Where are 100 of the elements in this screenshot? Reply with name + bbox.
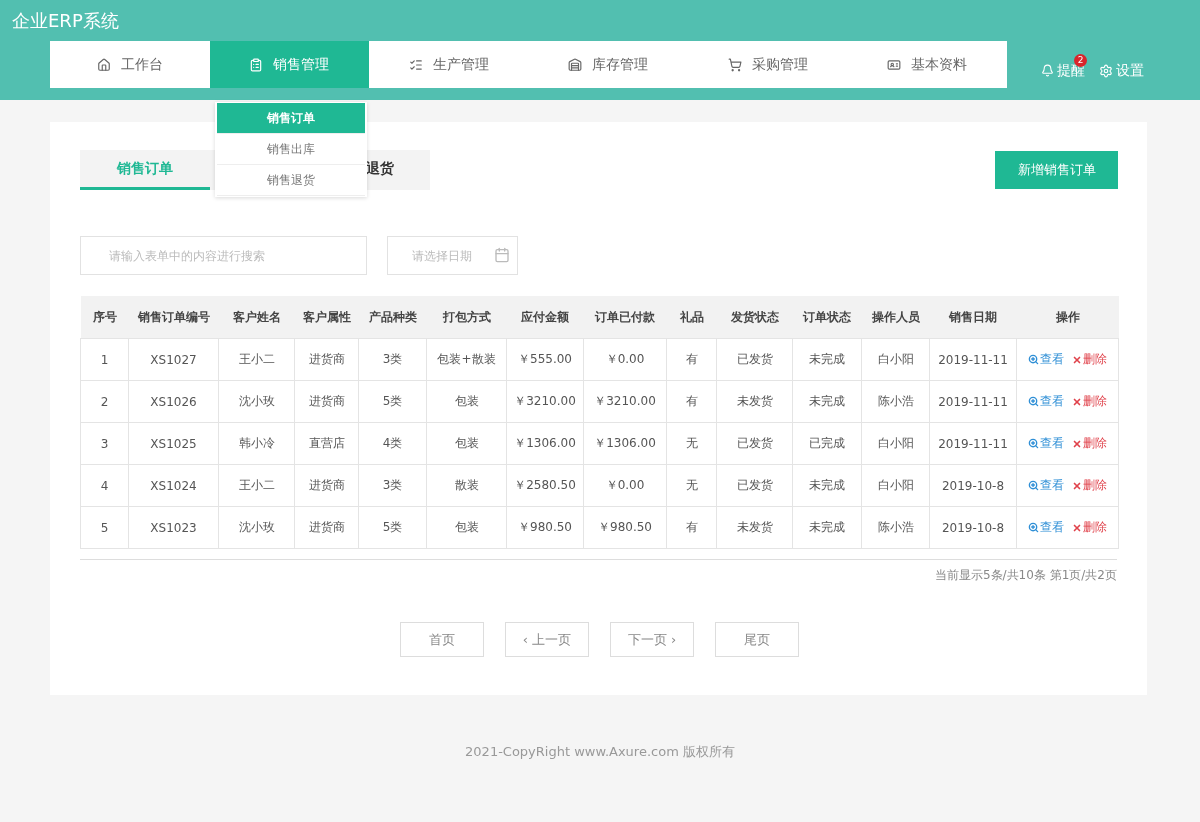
cross-icon — [1072, 396, 1082, 407]
table-cell: 散装 — [426, 464, 507, 507]
calendar-icon — [494, 247, 510, 263]
column-header: 序号 — [80, 296, 129, 339]
table-cell: ￥0.00 — [583, 338, 667, 381]
table-cell: 无 — [666, 422, 717, 465]
table-cell: 2019-11-11 — [929, 380, 1017, 423]
table-cell: 有 — [666, 380, 717, 423]
column-header: 操作 — [1016, 296, 1119, 339]
column-header: 应付金额 — [506, 296, 584, 339]
magnifier-icon — [1028, 354, 1039, 365]
bell-icon — [1041, 64, 1054, 77]
column-header: 发货状态 — [716, 296, 793, 339]
view-link[interactable]: 查看 — [1028, 477, 1064, 494]
delete-link[interactable]: 删除 — [1072, 393, 1107, 410]
table-cell: 3 — [80, 422, 129, 465]
column-header: 操作人员 — [861, 296, 930, 339]
table-cell: 沈小玫 — [218, 380, 295, 423]
table-cell: ￥0.00 — [583, 464, 667, 507]
magnifier-icon — [1028, 522, 1039, 533]
pager-button[interactable]: ‹ 上一页 — [505, 622, 589, 657]
delete-link[interactable]: 删除 — [1072, 351, 1107, 368]
table-cell: 4类 — [358, 422, 427, 465]
table-cell: 包装 — [426, 380, 507, 423]
search-field[interactable]: 请输入表单中的内容进行搜索 — [80, 236, 367, 275]
table-cell: 未完成 — [792, 380, 862, 423]
view-link[interactable]: 查看 — [1028, 351, 1064, 368]
tab[interactable]: 销售订单 — [80, 150, 210, 190]
table-cell: XS1024 — [128, 464, 219, 507]
table-cell: ￥1306.00 — [506, 422, 584, 465]
table-cell: 3类 — [358, 338, 427, 381]
table-cell: 1 — [80, 338, 129, 381]
table-cell: 3类 — [358, 464, 427, 507]
delete-link[interactable]: 删除 — [1072, 435, 1107, 452]
table-cell: 陈小浩 — [861, 380, 930, 423]
magnifier-icon — [1028, 480, 1039, 491]
table-cell: 白小阳 — [861, 464, 930, 507]
column-header: 销售日期 — [929, 296, 1017, 339]
pagination-info: 当前显示5条/共10条 第1页/共2页 — [934, 568, 1117, 582]
table-cell: XS1023 — [128, 506, 219, 549]
table-cell: ￥3210.00 — [583, 380, 667, 423]
table-cell: 包装+散装 — [426, 338, 507, 381]
app-title: 企业ERP系统 — [11, 9, 120, 33]
magnifier-icon — [1028, 396, 1039, 407]
column-header: 客户姓名 — [218, 296, 295, 339]
new-order-button[interactable]: 新增销售订单 — [995, 151, 1118, 189]
table-cell: 5 — [80, 506, 129, 549]
table-cell: 2 — [80, 380, 129, 423]
pager-button[interactable]: 首页 — [400, 622, 484, 657]
view-link[interactable]: 查看 — [1028, 393, 1064, 410]
cart-icon — [727, 57, 742, 72]
column-header: 产品种类 — [358, 296, 427, 339]
column-header: 礼品 — [666, 296, 717, 339]
table-cell: 已发货 — [716, 422, 793, 465]
table-cell: ￥980.50 — [506, 506, 584, 549]
view-link[interactable]: 查看 — [1028, 435, 1064, 452]
table-cell: ￥1306.00 — [583, 422, 667, 465]
tab[interactable]: 退货 — [366, 150, 430, 190]
cross-icon — [1072, 438, 1082, 449]
table-cell: 未发货 — [716, 380, 793, 423]
table-cell: 未发货 — [716, 506, 793, 549]
table-cell: 白小阳 — [861, 422, 930, 465]
cross-icon — [1072, 522, 1082, 533]
table-cell: 王小二 — [218, 464, 295, 507]
pager-button[interactable]: 尾页 — [715, 622, 799, 657]
pager-button[interactable]: 下一页 › — [610, 622, 694, 657]
magnifier-icon — [1028, 438, 1039, 449]
delete-link[interactable]: 删除 — [1072, 477, 1107, 494]
cross-icon — [1072, 480, 1082, 491]
table-cell: 未完成 — [792, 338, 862, 381]
cross-icon — [1072, 354, 1082, 365]
table-cell: ￥3210.00 — [506, 380, 584, 423]
table-cell: 包装 — [426, 422, 507, 465]
table-cell: 陈小浩 — [861, 506, 930, 549]
table-cell: 未完成 — [792, 464, 862, 507]
table-cell: 无 — [666, 464, 717, 507]
clipboard-icon — [249, 57, 264, 72]
settings-button[interactable]: 设置 — [1099, 61, 1144, 80]
date-field[interactable]: 请选择日期 — [387, 236, 518, 275]
table-cell: 有 — [666, 338, 717, 381]
table-cell: 5类 — [358, 506, 427, 549]
column-header: 销售订单编号 — [128, 296, 219, 339]
column-header: 打包方式 — [426, 296, 507, 339]
menu-item[interactable]: 销售订单 — [217, 103, 365, 134]
table-cell: 沈小玫 — [218, 506, 295, 549]
checklist-icon — [408, 57, 423, 72]
table-cell: 韩小冷 — [218, 422, 295, 465]
warehouse-icon — [568, 57, 583, 72]
table-cell: 直营店 — [294, 422, 359, 465]
table-cell: 有 — [666, 506, 717, 549]
column-header: 客户属性 — [294, 296, 359, 339]
table-cell: 包装 — [426, 506, 507, 549]
table-cell: 4 — [80, 464, 129, 507]
view-link[interactable]: 查看 — [1028, 519, 1064, 536]
table-cell: 已完成 — [792, 422, 862, 465]
delete-link[interactable]: 删除 — [1072, 519, 1107, 536]
table-cell: 王小二 — [218, 338, 295, 381]
nav-item[interactable]: 销售管理 — [209, 41, 369, 88]
id-card-icon — [887, 57, 902, 72]
table-cell: 2019-11-11 — [929, 422, 1017, 465]
